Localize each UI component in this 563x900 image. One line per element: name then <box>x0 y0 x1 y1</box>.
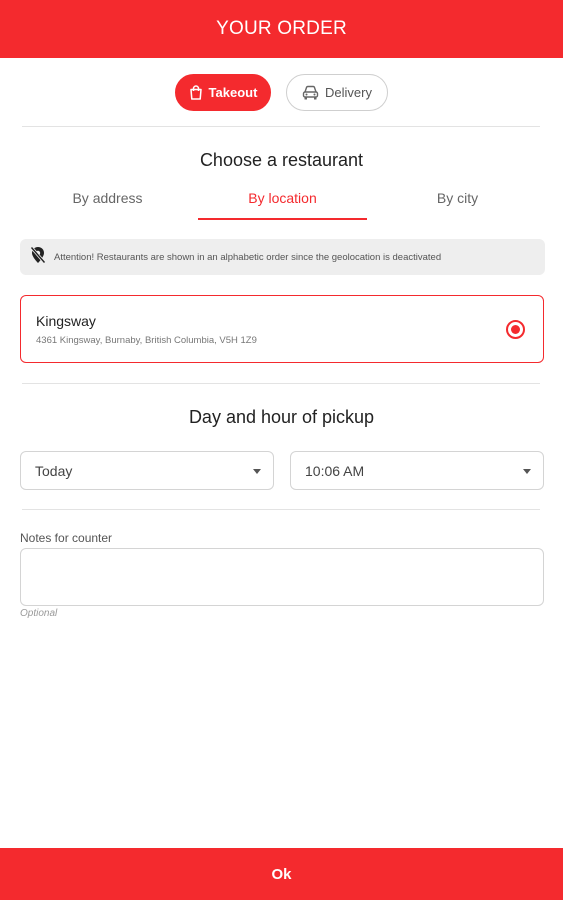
restaurant-address: 4361 Kingsway, Burnaby, British Columbia… <box>36 335 257 346</box>
page-title: YOUR ORDER <box>216 18 347 39</box>
pickup-time-value: 10:06 AM <box>305 462 365 479</box>
notice-text: Attention! Restaurants are shown in an a… <box>54 251 442 263</box>
restaurant-name: Kingsway <box>36 313 96 329</box>
header-bar: YOUR ORDER <box>0 0 563 58</box>
notes-label: Notes for counter <box>20 531 113 545</box>
dropdown-arrow-icon <box>253 469 261 474</box>
divider <box>22 509 540 510</box>
takeout-label: Takeout <box>208 85 258 100</box>
notes-input[interactable] <box>20 548 544 606</box>
shopping-bag-icon <box>189 85 203 100</box>
order-mode-switch: Takeout Delivery <box>0 74 563 111</box>
restaurant-search-tabs: By address By location By city <box>20 184 545 220</box>
divider <box>22 383 540 384</box>
pickup-day-value: Today <box>35 462 73 479</box>
pickup-day-select[interactable]: Today <box>20 451 274 490</box>
notes-hint: Optional <box>20 608 58 619</box>
ok-button-label: Ok <box>271 865 292 883</box>
restaurant-radio-selected[interactable] <box>506 320 525 339</box>
radio-dot <box>511 325 520 334</box>
restaurant-option-kingsway[interactable]: Kingsway 4361 Kingsway, Burnaby, British… <box>20 295 544 363</box>
pickup-time-select[interactable]: 10:06 AM <box>290 451 544 490</box>
delivery-label: Delivery <box>325 85 372 100</box>
car-icon <box>302 85 319 100</box>
tab-by-location[interactable]: By location <box>195 184 370 220</box>
pickup-section-title: Day and hour of pickup <box>188 407 375 427</box>
delivery-button[interactable]: Delivery <box>286 74 388 111</box>
restaurant-section-title: Choose a restaurant <box>199 150 364 170</box>
geolocation-notice: Attention! Restaurants are shown in an a… <box>20 239 545 275</box>
tab-by-address[interactable]: By address <box>20 184 195 220</box>
tab-by-city[interactable]: By city <box>370 184 545 220</box>
ok-button[interactable]: Ok <box>0 848 563 900</box>
location-off-icon <box>30 246 46 269</box>
takeout-button[interactable]: Takeout <box>175 74 271 111</box>
divider <box>22 126 540 127</box>
dropdown-arrow-icon <box>523 469 531 474</box>
